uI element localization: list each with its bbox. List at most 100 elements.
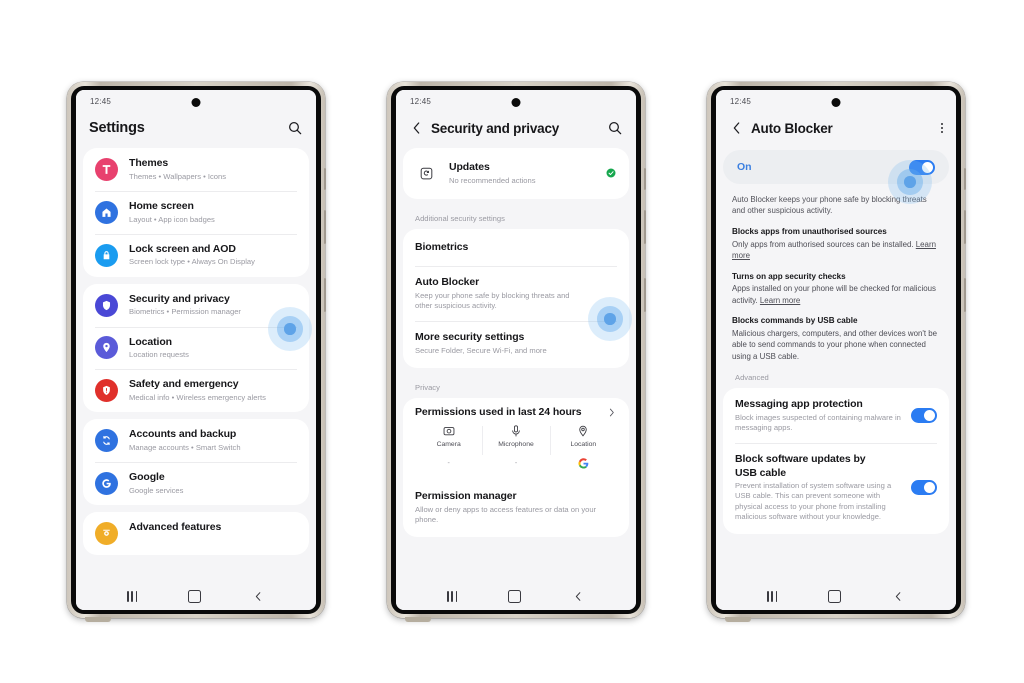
chevron-left-icon[interactable] — [729, 120, 745, 136]
list-item-updates[interactable]: Updates No recommended actions — [403, 148, 629, 199]
auto-blocker-master-toggle-row[interactable]: On — [723, 150, 949, 184]
recents-icon[interactable] — [767, 590, 778, 602]
feature-body: Only apps from authorised sources can be… — [732, 239, 916, 249]
auto-blocker-toggle[interactable] — [909, 159, 935, 175]
location-icon — [579, 425, 588, 437]
phone-bottom-nub — [85, 617, 111, 622]
side-button-mute[interactable] — [324, 168, 326, 190]
front-camera-punchhole — [511, 98, 521, 107]
list-item-subtitle: Layout • App icon badges — [129, 214, 215, 224]
sidebar-item-security-and-privacy[interactable]: Security and privacy Biometrics • Permis… — [83, 284, 309, 327]
chevron-left-icon[interactable] — [409, 120, 425, 136]
microphone-icon — [512, 425, 520, 437]
side-button-volume[interactable] — [644, 210, 646, 244]
permission-tile-camera[interactable]: Camera - — [415, 424, 482, 469]
list-item[interactable]: Themes Themes • Wallpapers • Icons — [83, 148, 309, 191]
list-item[interactable]: Location Location requests — [83, 326, 309, 370]
side-button-mute[interactable] — [644, 168, 646, 190]
list-item[interactable]: Safety and emergency Medical info • Wire… — [83, 369, 309, 412]
lock-icon — [95, 243, 118, 267]
section-header-advanced: Advanced — [716, 371, 956, 389]
list-item-title: Themes — [129, 157, 169, 169]
list-item-title: Auto Blocker — [415, 276, 480, 288]
list-item-title: Updates — [449, 161, 490, 173]
side-button-volume[interactable] — [964, 210, 966, 244]
advanced-card: Messaging app protection Block images su… — [723, 388, 949, 535]
list-item-subtitle: Manage accounts • Smart Switch — [129, 442, 241, 452]
feature-body: Malicious chargers, computers, and other… — [732, 328, 938, 361]
phone2-app-bar: Security and privacy — [396, 112, 636, 148]
list-item[interactable]: Advanced features — [83, 512, 309, 555]
messaging-app-protection-toggle[interactable] — [911, 408, 937, 424]
list-item-block-software-updates[interactable]: Block software updates by USB cable Prev… — [723, 443, 949, 534]
recents-icon[interactable] — [447, 590, 458, 602]
side-button-power[interactable] — [964, 278, 966, 312]
list-item-title: More security settings — [415, 331, 525, 344]
block-software-updates-toggle[interactable] — [911, 480, 937, 496]
settings-group-accounts: Accounts and backup Manage accounts • Sm… — [83, 419, 309, 505]
home-icon[interactable] — [827, 589, 841, 603]
list-item-subtitle: Block images suspected of containing mal… — [735, 412, 901, 433]
phone-device-security-privacy: 12:45 Security and privacy Updates No re… — [387, 82, 646, 622]
phone1-list[interactable]: Themes Themes • Wallpapers • Icons Home … — [76, 148, 316, 582]
system-nav-bar — [716, 582, 956, 610]
additional-security-card: Biometrics Auto Blocker Keep your phone … — [403, 228, 629, 368]
permission-tiles: Camera - Microphone - Location — [403, 422, 629, 479]
search-icon[interactable] — [287, 120, 303, 136]
feature-heading: Turns on app security checks — [732, 271, 846, 281]
settings-group-security: Security and privacy Biometrics • Permis… — [83, 283, 309, 413]
phone1-app-bar: Settings — [76, 112, 316, 148]
list-item-title: Lock screen and AOD — [129, 242, 236, 255]
status-clock: 12:45 — [90, 96, 112, 106]
permissions-used-row[interactable]: Permissions used in last 24 hours — [403, 398, 629, 422]
back-icon[interactable] — [572, 590, 585, 603]
phone1-screen: 12:45 Settings Themes Themes • Wallpaper… — [76, 90, 316, 610]
list-item-auto-blocker[interactable]: Auto Blocker Keep your phone safe by blo… — [403, 266, 629, 321]
list-item-biometrics[interactable]: Biometrics — [403, 229, 629, 266]
search-icon[interactable] — [607, 120, 623, 136]
list-item-subtitle: Keep your phone safe by blocking threats… — [415, 290, 570, 310]
list-item[interactable]: Google Google services — [83, 462, 309, 505]
side-button-power[interactable] — [644, 278, 646, 312]
list-item[interactable]: Home screen Layout • App icon badges — [83, 190, 309, 234]
auto-blocker-description: Auto Blocker keeps your phone safe by bl… — [716, 184, 956, 362]
settings-group-personalisation: Themes Themes • Wallpapers • Icons Home … — [83, 148, 309, 277]
front-camera-punchhole — [191, 98, 201, 107]
list-item-more-security[interactable]: More security settings Secure Folder, Se… — [403, 321, 629, 368]
permission-value: - — [447, 459, 450, 467]
list-item-subtitle: Medical info • Wireless emergency alerts — [129, 393, 266, 402]
side-button-volume[interactable] — [324, 210, 326, 244]
side-button-power[interactable] — [324, 278, 326, 312]
list-item-title: Google — [129, 471, 165, 484]
list-item-title: Messaging app protection — [735, 398, 863, 411]
recents-icon[interactable] — [127, 590, 138, 602]
chevron-right-icon — [609, 408, 614, 417]
list-item-subtitle: Prevent installation of system software … — [735, 481, 892, 521]
learn-more-link[interactable]: Learn more — [760, 296, 800, 305]
list-item-subtitle: Location requests — [129, 350, 189, 360]
list-item-title: Block software updates by USB cable — [735, 453, 866, 479]
kebab-menu-icon[interactable] — [940, 122, 943, 134]
phone-bottom-nub — [725, 617, 751, 622]
permission-tile-microphone[interactable]: Microphone - — [482, 424, 549, 469]
side-button-mute[interactable] — [964, 168, 966, 190]
list-item[interactable]: Lock screen and AOD Screen lock type • A… — [83, 233, 309, 277]
home-icon[interactable] — [507, 589, 521, 603]
phone3-content[interactable]: On Auto Blocker keeps your phone safe by… — [716, 148, 956, 582]
permissions-title: Permissions used in last 24 hours — [415, 406, 582, 418]
list-item-title: Permission manager — [415, 490, 517, 503]
permission-tile-location[interactable]: Location — [549, 424, 617, 469]
home-icon[interactable] — [187, 589, 201, 603]
list-item-permission-manager[interactable]: Permission manager Allow or deny apps to… — [403, 479, 629, 537]
list-item-messaging-app-protection[interactable]: Messaging app protection Block images su… — [723, 388, 949, 443]
phone2-list[interactable]: Updates No recommended actions Additiona… — [396, 148, 636, 582]
camera-icon — [443, 427, 455, 436]
list-item-subtitle: Biometrics • Permission manager — [129, 307, 241, 317]
system-nav-bar — [396, 582, 636, 610]
status-clock: 12:45 — [410, 96, 432, 106]
back-icon[interactable] — [892, 590, 905, 603]
back-icon[interactable] — [252, 590, 265, 603]
updates-card: Updates No recommended actions — [403, 148, 629, 199]
location-pin-icon — [95, 336, 118, 360]
list-item[interactable]: Accounts and backup Manage accounts • Sm… — [83, 419, 309, 462]
